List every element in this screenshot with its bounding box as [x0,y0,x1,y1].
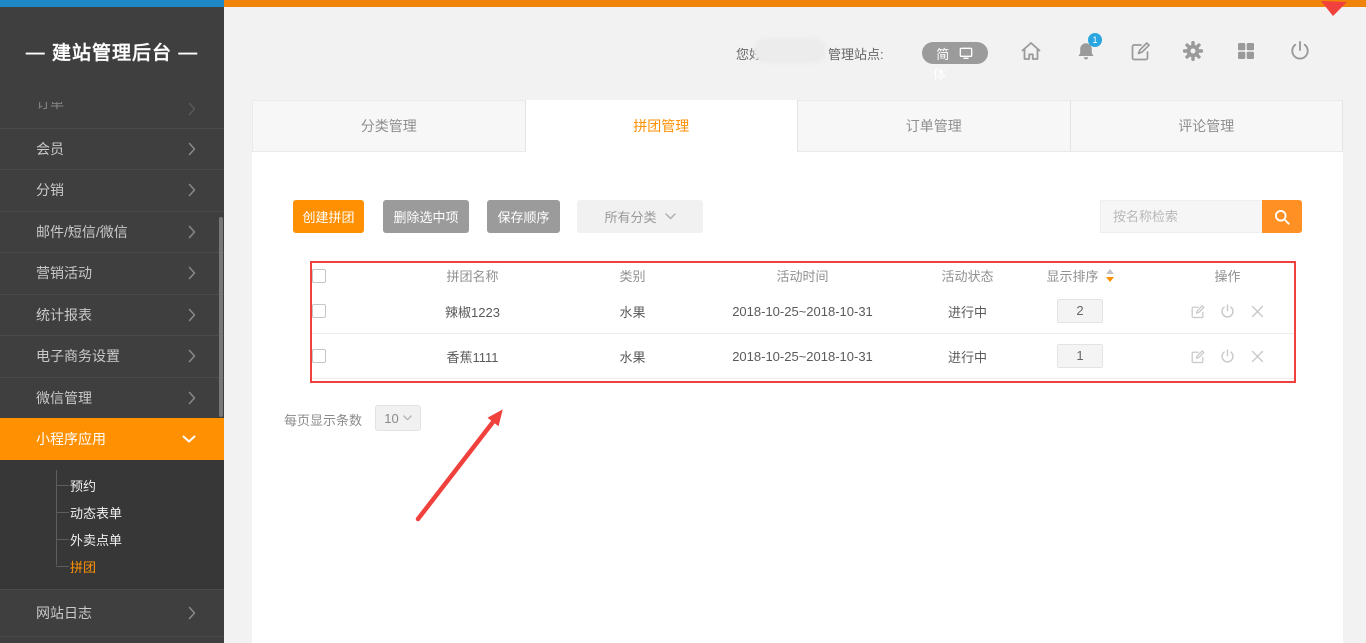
search-icon [1272,207,1292,227]
chevron-right-icon [188,142,196,156]
sort-input[interactable]: 2 [1057,299,1103,323]
page-size-label: 每页显示条数 [284,410,362,429]
table-row: 辣椒1223 水果 2018-10-25~2018-10-31 进行中 2 [312,289,1295,334]
app-title: — 建站管理后台 — [0,38,224,65]
activity-time: 2018-10-25~2018-10-31 [670,349,935,364]
submenu-item-group-buying[interactable]: 拼团 [0,553,224,580]
group-name: 辣椒1223 [350,302,595,321]
power-icon[interactable] [1219,348,1236,365]
chevron-right-icon [188,606,196,620]
chevron-right-icon [188,391,196,405]
sidebar-item-miniprogram-apps[interactable]: 小程序应用 [0,418,224,460]
submenu-item-dynamic-form[interactable]: 动态表单 [0,499,224,526]
sidebar-item-marketing[interactable]: 营销活动 [0,252,224,294]
sidebar-item-ecommerce-settings[interactable]: 电子商务设置 [0,335,224,377]
sidebar-item-distribution[interactable]: 分销 [0,169,224,211]
tab-category-management[interactable]: 分类管理 [252,100,526,152]
sidebar-item-site-logs[interactable]: 网站日志 [0,589,224,637]
page-size-dropdown[interactable]: 10 [375,405,421,431]
delete-selected-button[interactable]: 删除选中项 [383,200,469,233]
col-header-name: 拼团名称 [350,266,595,285]
managed-site-label: 管理站点: [828,44,884,63]
edit-icon[interactable] [1189,303,1206,320]
col-header-category: 类别 [595,266,670,285]
category-filter-dropdown[interactable]: 所有分类 [577,200,703,233]
sidebar-item-statistics[interactable]: 统计报表 [0,294,224,336]
home-icon[interactable] [1019,39,1043,63]
sort-arrows-icon[interactable] [1106,269,1114,282]
notification-badge: 1 [1088,33,1102,47]
tab-bar: 分类管理 拼团管理 订单管理 评论管理 [252,100,1343,152]
gear-icon[interactable] [1181,39,1205,63]
save-order-button[interactable]: 保存顺序 [487,200,560,233]
search-input[interactable] [1100,200,1262,233]
apps-grid-icon[interactable] [1234,39,1258,63]
tab-group-buying-management[interactable]: 拼团管理 [526,100,798,152]
activity-status: 进行中 [935,347,1000,366]
tab-comment-management[interactable]: 评论管理 [1071,100,1344,152]
sidebar-menu: 订单 会员 分销 邮件/短信/微信 营销活动 统计报表 [0,86,224,637]
chevron-right-icon [188,308,196,322]
top-strip-blue [0,0,224,7]
admin-backend-screen: — 建站管理后台 — 订单 会员 分销 邮件/短信/微信 营销活动 [0,0,1366,643]
sidebar-item-members[interactable]: 会员 [0,128,224,170]
compose-icon[interactable] [1128,39,1152,63]
tab-order-management[interactable]: 订单管理 [797,100,1071,152]
group-category: 水果 [595,347,670,366]
close-icon[interactable] [1249,348,1266,365]
sort-input[interactable]: 1 [1057,344,1103,368]
activity-status: 进行中 [935,302,1000,321]
col-header-actions: 操作 [1160,266,1295,285]
chevron-down-icon [403,415,412,421]
power-icon[interactable] [1288,39,1312,63]
chevron-right-icon [188,102,196,116]
chevron-right-icon [188,225,196,239]
activity-time: 2018-10-25~2018-10-31 [670,304,935,319]
chevron-down-icon [182,435,196,443]
power-icon[interactable] [1219,303,1236,320]
edit-icon[interactable] [1189,348,1206,365]
table-row: 香蕉1111 水果 2018-10-25~2018-10-31 进行中 1 [312,334,1295,379]
chevron-down-icon [665,213,676,220]
miniprogram-submenu: 预约 动态表单 外卖点单 拼团 [0,460,224,589]
close-icon[interactable] [1249,303,1266,320]
chevron-right-icon [188,266,196,280]
monitor-icon [958,45,974,61]
submenu-item-booking[interactable]: 预约 [0,472,224,499]
search-button[interactable] [1262,200,1302,233]
language-wrap-char: 体 [933,64,946,83]
chevron-right-icon [188,183,196,197]
top-strip-orange [224,0,1366,7]
submenu-item-takeout-order[interactable]: 外卖点单 [0,526,224,553]
col-header-time: 活动时间 [670,266,935,285]
sidebar-scrollbar[interactable] [219,217,223,417]
sidebar-item-mail-sms-wechat[interactable]: 邮件/短信/微信 [0,211,224,253]
sidebar-item-orders[interactable]: 订单 [0,86,224,128]
language-toggle[interactable]: 简 [922,42,988,64]
chevron-right-icon [188,349,196,363]
select-all-checkbox[interactable] [312,269,326,283]
col-header-sort[interactable]: 显示排序 [1000,266,1160,285]
row-checkbox[interactable] [312,349,326,363]
group-buy-table: 拼团名称 类别 活动时间 活动状态 显示排序 操作 辣椒1223 水果 2018… [312,262,1295,379]
redacted-username [756,40,824,61]
table-header-row: 拼团名称 类别 活动时间 活动状态 显示排序 操作 [312,262,1295,289]
group-name: 香蕉1111 [350,347,595,366]
group-category: 水果 [595,302,670,321]
sidebar: — 建站管理后台 — 订单 会员 分销 邮件/短信/微信 营销活动 [0,0,224,643]
create-group-buy-button[interactable]: 创建拼团 [293,200,364,233]
col-header-status: 活动状态 [935,266,1000,285]
row-checkbox[interactable] [312,304,326,318]
sidebar-item-wechat-management[interactable]: 微信管理 [0,377,224,419]
